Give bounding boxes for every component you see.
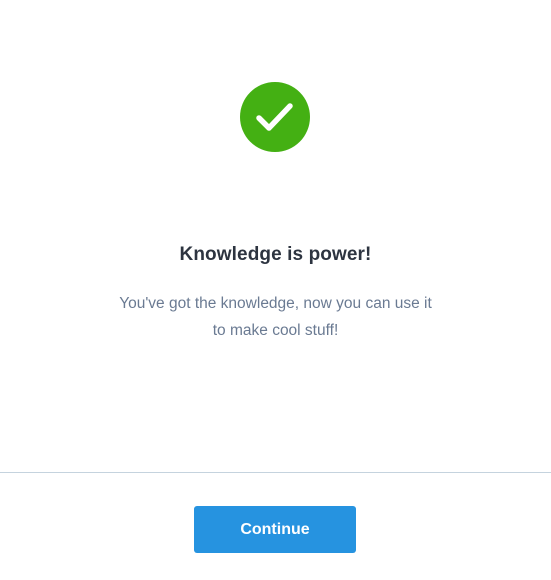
continue-button[interactable]: Continue [194, 506, 356, 553]
success-badge [240, 82, 310, 152]
message-line: to make cool stuff! [212, 322, 339, 339]
dialog-footer: Continue [0, 473, 551, 580]
message-line: You've got the knowledge, now you can us… [119, 295, 432, 312]
dialog-message: You've got the knowledge, now you can us… [0, 290, 551, 344]
dialog-title: Knowledge is power! [179, 244, 372, 265]
checkmark-icon [256, 103, 293, 131]
dialog-content: Knowledge is power! You've got the knowl… [0, 0, 551, 472]
success-dialog: Knowledge is power! You've got the knowl… [0, 0, 551, 580]
